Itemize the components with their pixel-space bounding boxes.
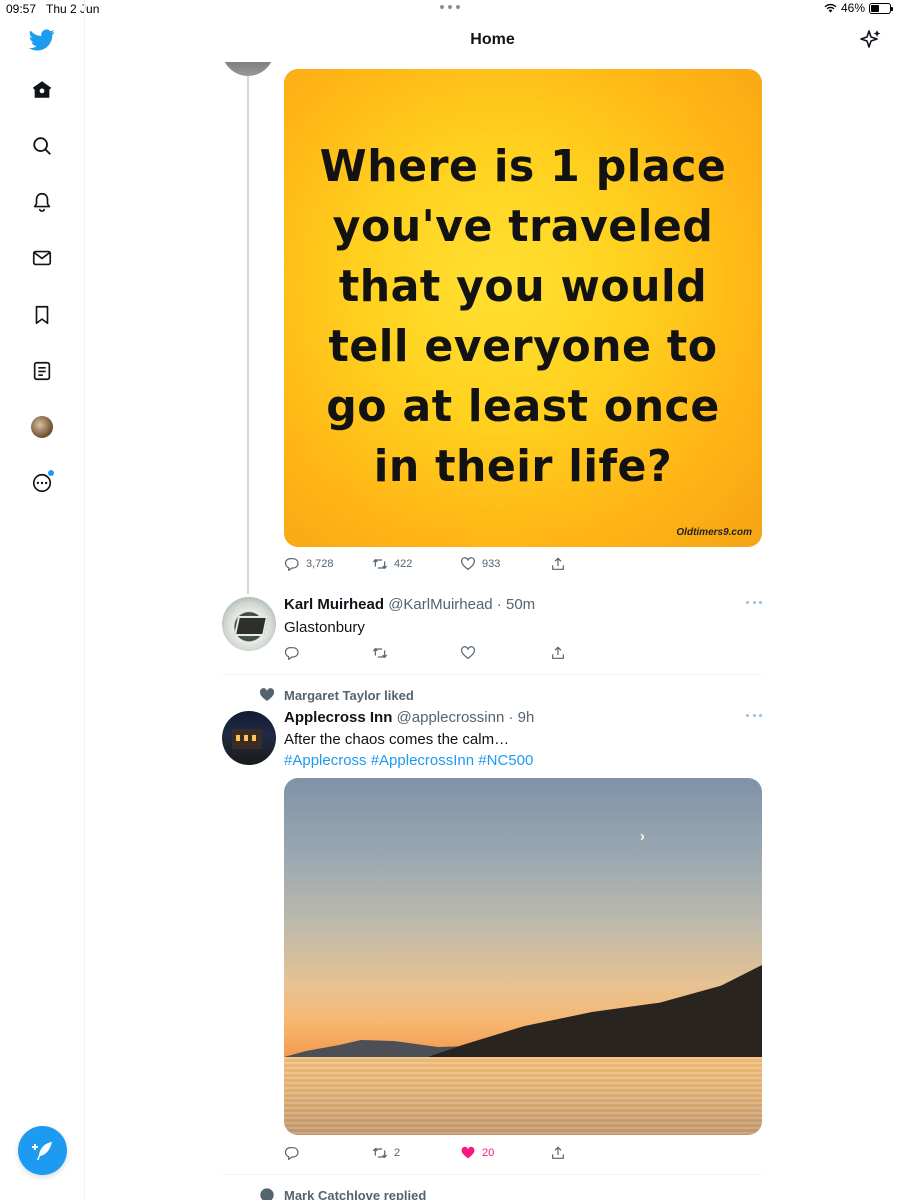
retweet-icon [372, 648, 388, 658]
social-context[interactable]: Margaret Taylor liked [284, 688, 414, 703]
retweet-icon [372, 559, 388, 569]
tweet-actions [284, 643, 574, 663]
like-button[interactable]: 20 [460, 1145, 494, 1161]
home-icon[interactable] [28, 76, 56, 104]
mail-icon[interactable] [28, 244, 56, 272]
hashtags[interactable]: #Applecross #ApplecrossInn #NC500 [284, 750, 533, 771]
social-context[interactable]: Mark Catchlove replied [284, 1188, 426, 1200]
tweet-text: After the chaos comes the calm… #Applecr… [284, 729, 533, 771]
retweet-button[interactable]: 422 [372, 556, 412, 572]
sparkle-icon[interactable] [859, 28, 883, 52]
reply-count: 3,728 [306, 558, 334, 570]
list-icon[interactable] [28, 357, 56, 385]
image-quote-text: Where is 1 place you've traveled that yo… [319, 141, 727, 492]
tweet-actions: 2 20 [284, 1143, 574, 1163]
author-handle[interactable]: @applecrossinn [397, 709, 505, 726]
author-name[interactable]: Applecross Inn [284, 709, 392, 726]
heart-icon [461, 557, 475, 570]
notification-dot [48, 470, 54, 476]
tweet-actions: 3,728 422 933 [284, 554, 574, 574]
tweet-time[interactable]: 9h [518, 709, 535, 726]
profile-avatar[interactable] [28, 413, 56, 441]
tweet-text: Glastonbury [284, 619, 365, 636]
retweet-button[interactable] [372, 645, 388, 661]
tweet-time[interactable]: 50m [506, 596, 535, 613]
retweet-count: 2 [394, 1147, 401, 1159]
compose-tweet-button[interactable] [18, 1126, 67, 1175]
author-name[interactable]: Karl Muirhead [284, 596, 384, 613]
author-handle[interactable]: @KarlMuirhead [388, 596, 492, 613]
more-circle-icon[interactable] [28, 469, 56, 497]
reply-button[interactable] [284, 645, 300, 661]
share-button[interactable] [550, 645, 566, 661]
feather-plus-icon [31, 1141, 52, 1160]
share-button[interactable] [550, 1145, 566, 1161]
reply-icon [284, 1147, 299, 1160]
avatar[interactable] [222, 597, 276, 651]
like-count: 20 [482, 1147, 495, 1159]
heart-icon [259, 688, 275, 701]
image-watermark: Oldtimers9.com [676, 527, 752, 538]
avatar[interactable] [222, 711, 276, 765]
hill-silhouette [422, 965, 762, 1059]
like-button[interactable] [460, 645, 476, 661]
water [284, 1057, 762, 1135]
tweet-header: Karl Muirhead @KarlMuirhead · 50m [284, 596, 536, 613]
more-options-button[interactable] [746, 601, 762, 607]
like-count: 933 [482, 558, 501, 570]
share-button[interactable] [550, 556, 566, 572]
reply-icon [284, 647, 299, 660]
retweet-icon [372, 1148, 388, 1158]
thread-line [247, 62, 249, 594]
top-header: Home [86, 18, 899, 62]
tweet-text-line: After the chaos comes the calm… [284, 731, 510, 748]
tweet-image[interactable]: Where is 1 place you've traveled that yo… [284, 69, 762, 547]
divider [222, 1174, 762, 1175]
share-icon [552, 646, 564, 659]
reply-button[interactable] [284, 1145, 300, 1161]
retweet-button[interactable]: 2 [372, 1145, 400, 1161]
moon [636, 834, 642, 840]
heart-filled-icon [461, 1146, 475, 1159]
avatar [31, 416, 53, 438]
tweet-photo[interactable] [284, 778, 762, 1135]
bookmark-icon[interactable] [28, 301, 56, 329]
tweet-header: Applecross Inn @applecrossinn · 9h [284, 709, 535, 726]
reply-button[interactable]: 3,728 [284, 556, 334, 572]
more-options-button[interactable] [746, 714, 762, 720]
heart-icon [461, 646, 475, 659]
sidebar [0, 0, 85, 1200]
share-icon [552, 557, 564, 570]
like-button[interactable]: 933 [460, 556, 500, 572]
twitter-logo-icon[interactable] [28, 26, 56, 54]
timeline: Where is 1 place you've traveled that yo… [86, 0, 899, 1200]
share-icon [552, 1146, 564, 1159]
page-title: Home [470, 31, 515, 48]
retweet-count: 422 [394, 558, 413, 570]
bell-icon[interactable] [28, 188, 56, 216]
reply-icon [284, 558, 299, 571]
divider [222, 674, 762, 675]
person-icon [260, 1188, 274, 1200]
search-icon[interactable] [28, 132, 56, 160]
